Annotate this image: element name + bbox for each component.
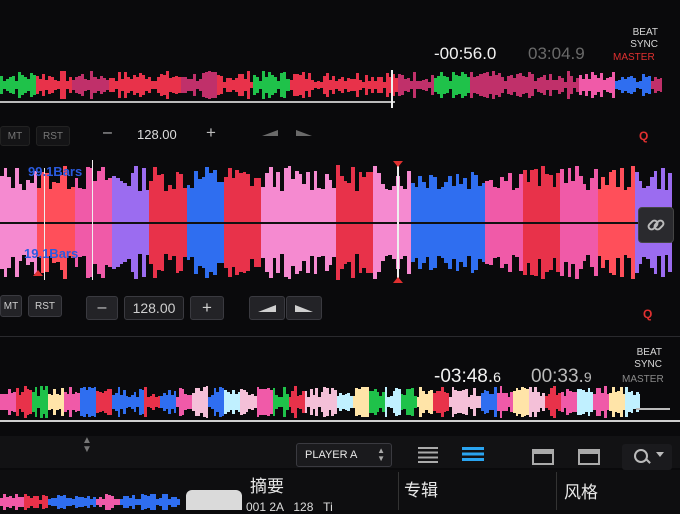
sync-label: SYNC [634,359,662,370]
search-handle [645,458,651,464]
bottom-rst-button[interactable]: RST [28,295,62,317]
row-waveform-thumb [0,494,180,510]
top-overview-track-line [0,101,395,103]
waveform-bar [660,77,662,93]
bottom-pitch-bend-up-button[interactable] [286,296,322,320]
player-select-dropdown[interactable]: PLAYER A ▲ ▼ [296,443,392,467]
pitch-bend-down-icon [258,304,276,312]
bottom-pitch-bend-down-button[interactable] [249,296,285,320]
bottom-remaining-frac: 9 [583,369,592,385]
bottom-bpm-plus-button[interactable]: + [190,296,224,320]
link-button[interactable] [638,207,674,243]
beat-marker-left [44,168,45,280]
artwork-thumb [186,490,242,510]
main-waveform-centerline [0,222,640,224]
pitch-bend-up-icon [295,304,313,312]
artwork-list-view-icon[interactable] [578,449,600,465]
top-playhead [391,70,393,108]
top-elapsed-time: -00:56.0 [434,44,497,63]
chevron-down-icon [656,452,664,457]
top-pitch-bend-down-icon[interactable] [262,130,278,136]
column-header-album[interactable]: 专辑 [404,476,438,501]
detail-list-view-icon[interactable] [462,447,484,463]
playhead-top-marker-icon [393,161,403,167]
main-playhead [397,164,399,282]
top-bpm-value[interactable]: 128.00 [137,127,177,142]
top-quantize-button[interactable]: Q [639,129,648,143]
track-row-partial[interactable]: 001 2A 128 Ti [246,500,333,514]
top-bpm-minus-button[interactable]: – [103,124,112,142]
player-select-value: PLAYER A [305,449,358,461]
bottom-master-button[interactable]: MASTER [622,374,664,385]
sync-label: SYNC [630,39,658,50]
top-remaining-time: 03:04.9 [528,44,585,63]
column-header-summary[interactable]: 摘要 [250,472,284,497]
beat-label: BEAT [636,347,662,358]
top-overview-waveform[interactable] [0,70,662,100]
bottom-overview-divider [0,420,680,422]
cue-marker-icon [33,270,43,276]
top-bpm-plus-button[interactable]: + [206,123,216,143]
bottom-remaining-time: 00:33.9 [531,366,592,388]
bottom-quantize-button[interactable]: Q [643,307,652,321]
bottom-mt-button[interactable]: MT [0,295,22,317]
top-mt-button[interactable]: MT [0,126,30,146]
top-master-button[interactable]: MASTER [613,52,655,63]
bottom-elapsed-main: -03:48. [434,366,494,387]
column-header-genre[interactable]: 风格 [564,478,598,503]
bottom-overview-waveform[interactable] [0,386,640,418]
list-view-icon[interactable] [418,447,438,463]
beat-label: BEAT [632,27,658,38]
bottom-elapsed-frac: 6 [493,369,501,385]
sort-updown-icon[interactable]: ▲ ▼ [82,436,92,455]
chevron-updown-icon: ▲ ▼ [377,446,385,463]
bottom-bpm-value[interactable]: 128.00 [124,296,184,320]
top-rst-button[interactable]: RST [36,126,70,146]
column-divider-1 [398,472,399,510]
bars-label-bottom: 19.1Bars [24,246,79,261]
search-button[interactable] [622,444,672,470]
top-pitch-bend-up-icon[interactable] [296,130,312,136]
bars-label-top: 99.1Bars [28,164,83,179]
deck-divider [0,336,680,337]
link-icon [647,219,665,231]
bottom-bpm-minus-button[interactable]: – [86,296,118,320]
bottom-beat-sync-button[interactable]: BEAT SYNC [612,347,662,371]
top-beat-sync-button[interactable]: BEAT SYNC [608,27,658,51]
artwork-view-icon[interactable] [532,449,554,465]
waveform-bar [177,499,180,505]
bottom-remaining-main: 00:33. [531,366,584,387]
beat-marker-left-2 [92,160,93,280]
column-divider-2 [556,472,557,510]
bottom-overview-track-line [636,408,670,410]
bottom-elapsed-time: -03:48.6 [434,366,501,388]
playhead-bottom-marker-icon [393,277,403,283]
